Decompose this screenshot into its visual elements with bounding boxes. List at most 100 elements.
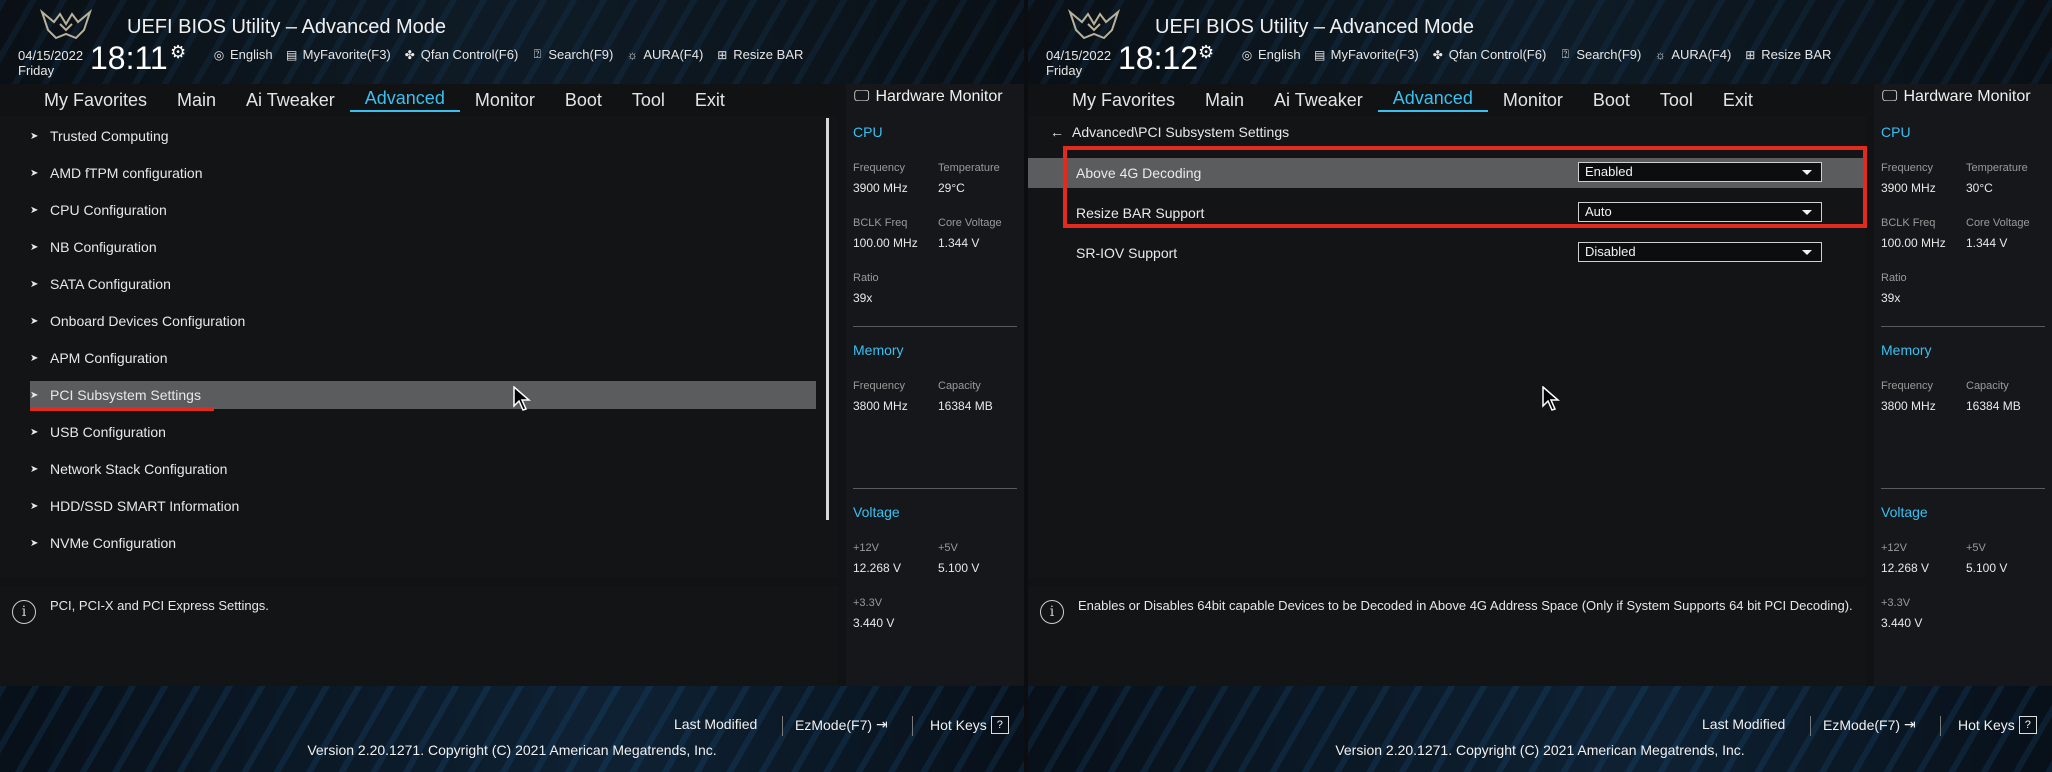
toolbar-resize-bar[interactable]: ⊞ Resize BAR xyxy=(1743,47,1831,62)
weekday: Friday xyxy=(18,63,55,78)
menu-item-trusted-computing[interactable]: ➤ Trusted Computing xyxy=(30,122,816,150)
bclk-label: BCLK Freq xyxy=(1881,217,1936,229)
breadcrumb[interactable]: ← Advanced\PCI Subsystem Settings xyxy=(1050,124,1289,140)
tab-monitor[interactable]: Monitor xyxy=(460,90,550,111)
footer-separator xyxy=(1940,716,1941,736)
toolbar-qfan[interactable]: ✤ Qfan Control(F6) xyxy=(403,47,519,62)
tab-main[interactable]: Main xyxy=(162,90,231,111)
tab-my-favorites[interactable]: My Favorites xyxy=(0,90,162,111)
toolbar-aura[interactable]: ☼ AURA(F4) xyxy=(1653,47,1731,62)
menu-item-cpu-configuration[interactable]: ➤ CPU Configuration xyxy=(30,196,816,224)
v33-label: +3.3V xyxy=(1881,597,1911,609)
menu-item-nvme-configuration[interactable]: ➤ NVMe Configuration xyxy=(30,529,816,557)
menu-item-sata-configuration[interactable]: ➤ SATA Configuration xyxy=(30,270,816,298)
toolbar-label: Search(F9) xyxy=(548,47,614,62)
highlight-box xyxy=(1063,146,1867,228)
last-modified-button[interactable]: Last Modified xyxy=(674,716,757,732)
ratio-label: Ratio xyxy=(853,272,879,284)
toolbar-language[interactable]: ◎ English xyxy=(212,47,273,62)
chevron-right-icon: ➤ xyxy=(30,204,39,216)
tab-tool[interactable]: Tool xyxy=(1645,90,1708,111)
toolbar-aura[interactable]: ☼ AURA(F4) xyxy=(625,47,703,62)
tab-exit[interactable]: Exit xyxy=(680,90,740,111)
ezmode-button[interactable]: EzMode(F7) ⇥ xyxy=(1823,716,1916,733)
ezmode-button[interactable]: EzMode(F7) ⇥ xyxy=(795,716,888,733)
globe-icon: ◎ xyxy=(213,47,225,62)
tab-ai-tweaker[interactable]: Ai Tweaker xyxy=(1259,90,1378,111)
memory-capacity-value: 16384 MB xyxy=(938,399,993,413)
v33-label: +3.3V xyxy=(853,597,883,609)
tab-main[interactable]: Main xyxy=(1190,90,1259,111)
toolbar-label: MyFavorite(F3) xyxy=(1330,47,1419,62)
tab-advanced[interactable]: Advanced xyxy=(349,88,460,112)
menu-item-network-stack[interactable]: ➤ Network Stack Configuration xyxy=(30,455,816,483)
menu-item-pci-subsystem-settings[interactable]: ➤ PCI Subsystem Settings xyxy=(30,381,816,409)
setting-row-sr-iov-support[interactable]: SR-IOV Support Disabled xyxy=(1028,238,1866,268)
mouse-cursor-icon xyxy=(513,386,531,411)
toolbar-search[interactable]: ⍰ Search(F9) xyxy=(1558,47,1642,62)
memory-frequency-value: 3800 MHz xyxy=(853,399,908,413)
menu-item-hdd-ssd-smart[interactable]: ➤ HDD/SSD SMART Information xyxy=(30,492,816,520)
clock: 18:12 xyxy=(1118,40,1199,76)
v33-value: 3.440 V xyxy=(1881,616,1923,630)
cpu-temperature-label: Temperature xyxy=(938,162,1000,174)
tab-boot[interactable]: Boot xyxy=(550,90,617,111)
v5-value: 5.100 V xyxy=(938,561,980,575)
cpu-temperature-label: Temperature xyxy=(1966,162,2028,174)
sr-iov-support-dropdown[interactable]: Disabled xyxy=(1578,242,1822,262)
ezmode-label: EzMode(F7) xyxy=(1823,716,1901,733)
hardware-monitor-title: 🖵 Hardware Monitor xyxy=(1882,88,2031,106)
v12-label: +12V xyxy=(1881,542,1907,554)
hw-title-label: Hardware Monitor xyxy=(875,88,1003,105)
v5-label: +5V xyxy=(1966,542,1986,554)
tab-ai-tweaker[interactable]: Ai Tweaker xyxy=(231,90,350,111)
menu-item-label: AMD fTPM configuration xyxy=(50,165,203,181)
cpu-temperature-value: 29°C xyxy=(938,181,965,195)
toolbar-resize-bar[interactable]: ⊞ Resize BAR xyxy=(715,47,803,62)
toolbar-language[interactable]: ◎ English xyxy=(1240,47,1301,62)
resize-bar-icon: ⊞ xyxy=(717,47,728,62)
breadcrumb-label: Advanced\PCI Subsystem Settings xyxy=(1072,124,1290,140)
help-text: PCI, PCI-X and PCI Express Settings. xyxy=(50,598,269,613)
gear-icon[interactable]: ⚙ xyxy=(170,42,186,63)
toolbar-qfan[interactable]: ✤ Qfan Control(F6) xyxy=(1431,47,1547,62)
cpu-section-title: CPU xyxy=(853,124,883,140)
tab-my-favorites[interactable]: My Favorites xyxy=(1028,90,1190,111)
menu-item-apm-configuration[interactable]: ➤ APM Configuration xyxy=(30,344,816,372)
footer-separator xyxy=(912,716,913,736)
menu-item-label: USB Configuration xyxy=(50,424,166,440)
last-modified-button[interactable]: Last Modified xyxy=(1702,716,1785,732)
gear-icon[interactable]: ⚙ xyxy=(1198,42,1214,63)
tab-boot[interactable]: Boot xyxy=(1578,90,1645,111)
menu-item-onboard-devices[interactable]: ➤ Onboard Devices Configuration xyxy=(30,307,816,335)
tab-monitor[interactable]: Monitor xyxy=(1488,90,1578,111)
menu-item-nb-configuration[interactable]: ➤ NB Configuration xyxy=(30,233,816,261)
back-arrow-icon[interactable]: ← xyxy=(1050,124,1064,140)
tab-exit[interactable]: Exit xyxy=(1708,90,1768,111)
bclk-label: BCLK Freq xyxy=(853,217,908,229)
core-voltage-label: Core Voltage xyxy=(1966,217,2030,229)
right-screenshot: UEFI BIOS Utility – Advanced Mode 04/15/… xyxy=(1028,0,2052,772)
info-icon: i xyxy=(1040,600,1064,624)
hotkeys-button[interactable]: Hot Keys? xyxy=(1958,716,2037,734)
toolbar-myfavorite[interactable]: ▤ MyFavorite(F3) xyxy=(1313,47,1419,62)
memory-frequency-value: 3800 MHz xyxy=(1881,399,1936,413)
menu-item-amd-ftpm[interactable]: ➤ AMD fTPM configuration xyxy=(30,159,816,187)
divider xyxy=(1881,488,2045,489)
toolbar-label: English xyxy=(230,47,273,62)
tab-tool[interactable]: Tool xyxy=(617,90,680,111)
cpu-section-title: CPU xyxy=(1881,124,1911,140)
toolbar-myfavorite[interactable]: ▤ MyFavorite(F3) xyxy=(285,47,391,62)
dropdown-value: Disabled xyxy=(1585,244,1636,259)
hotkeys-button[interactable]: Hot Keys? xyxy=(930,716,1009,734)
scrollbar[interactable] xyxy=(826,118,829,520)
menu-item-label: HDD/SSD SMART Information xyxy=(50,498,240,514)
info-icon: i xyxy=(12,600,36,624)
toolbar-label: Search(F9) xyxy=(1576,47,1642,62)
tab-advanced[interactable]: Advanced xyxy=(1377,88,1488,112)
divider xyxy=(1881,326,2045,327)
core-voltage-value: 1.344 V xyxy=(938,236,980,250)
menu-item-usb-configuration[interactable]: ➤ USB Configuration xyxy=(30,418,816,446)
toolbar-search[interactable]: ⍰ Search(F9) xyxy=(530,47,614,62)
menu-item-label: Network Stack Configuration xyxy=(50,461,228,477)
